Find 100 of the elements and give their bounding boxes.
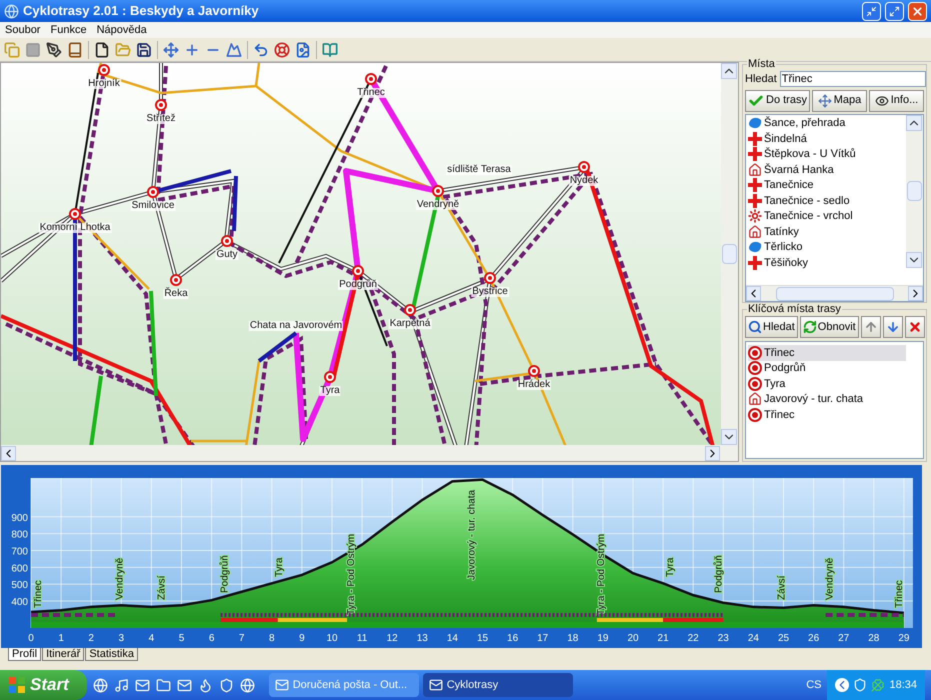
app-icon — [4, 4, 19, 18]
place-list-item[interactable]: Těšiňoky — [748, 255, 906, 270]
maximize-icon[interactable] — [885, 2, 904, 20]
map-pin-icon[interactable] — [432, 185, 444, 197]
map-pin-icon[interactable] — [528, 365, 540, 377]
book-icon[interactable] — [322, 42, 338, 58]
search-field[interactable]: Třinec — [780, 71, 926, 88]
icon-button[interactable] — [860, 316, 881, 338]
y-tick-label: 900 — [11, 512, 28, 524]
place-label: Guty — [215, 250, 239, 260]
map-pin-icon[interactable] — [404, 304, 416, 316]
place-list-item[interactable]: Tanečnice - sedlo — [748, 193, 906, 208]
ring-icon[interactable] — [274, 42, 290, 58]
shield-icon[interactable] — [218, 678, 234, 692]
map-pin-icon[interactable] — [484, 272, 496, 284]
panel-button[interactable]: Mapa — [812, 90, 867, 112]
place-list-item[interactable]: Šindelná — [748, 131, 906, 146]
image-file-icon[interactable] — [295, 42, 311, 58]
window-icon — [428, 678, 443, 692]
save-icon[interactable] — [136, 42, 152, 58]
place-list-item[interactable]: Těrlicko — [748, 240, 906, 255]
target-icon — [748, 376, 762, 391]
new-file-icon[interactable] — [94, 42, 110, 58]
x-tick-label: 29 — [898, 633, 910, 644]
horizontal-scrollbar[interactable] — [1, 445, 738, 461]
close-icon[interactable] — [908, 2, 927, 20]
pen-icon[interactable] — [46, 42, 62, 58]
waypoint-label: Tyra - Pod Ostrým — [596, 534, 607, 615]
bottom-tab[interactable]: Statistika — [85, 648, 138, 661]
mail-icon[interactable] — [176, 678, 192, 692]
icon-button[interactable] — [904, 316, 925, 338]
place-list-item[interactable]: Šance, přehrada — [748, 116, 906, 131]
scroll-up-icon[interactable] — [721, 63, 737, 79]
vertical-scrollbar[interactable] — [906, 114, 923, 268]
map-pin-icon[interactable] — [170, 274, 182, 286]
scroll-down-icon[interactable] — [721, 429, 737, 445]
map-pin-icon[interactable] — [365, 73, 377, 85]
flame-icon[interactable] — [198, 678, 213, 692]
expand-tray-icon[interactable] — [835, 678, 850, 692]
panel-button[interactable]: Hledat — [745, 316, 798, 338]
place-list-item[interactable]: Švarná Hanka — [748, 162, 906, 178]
zoom-in-icon[interactable] — [184, 42, 200, 58]
cross-icon — [748, 147, 762, 162]
scroll-left-icon[interactable] — [746, 286, 761, 301]
scroll-up-icon[interactable] — [906, 114, 922, 130]
bottom-tab[interactable]: Profil — [8, 648, 42, 661]
horizontal-scrollbar[interactable] — [746, 285, 923, 301]
icon-button[interactable] — [882, 316, 903, 338]
place-list-item[interactable]: Tatínky — [748, 224, 906, 240]
music-icon[interactable] — [114, 678, 129, 692]
route-point-item[interactable]: Javorový - tur. chata — [748, 392, 906, 407]
map-view[interactable]: Hrojník Střítež Třinec sídliště Terasa Nýdek Smilovice Komorní Lhotka Vendryně Guty Řeka Podgrůň Karpětná Bystřice Chata na Javorovém Tyra Hrádek — [1, 63, 721, 445]
map-pin-icon[interactable] — [324, 371, 336, 383]
menu-item[interactable]: Soubor — [0, 22, 46, 38]
scroll-left-icon[interactable] — [1, 446, 16, 460]
map-pin-icon[interactable] — [98, 64, 110, 76]
scrollbar-thumb[interactable] — [776, 286, 894, 300]
place-list-item[interactable]: Tanečnice - vrchol — [748, 208, 906, 224]
route-point-item[interactable]: Třinec — [748, 407, 906, 422]
map-pin-icon[interactable] — [155, 99, 167, 111]
scrollbar-thumb[interactable] — [722, 244, 737, 264]
route-point-item[interactable]: Tyra — [748, 376, 906, 392]
panel-button[interactable]: Do trasy — [745, 90, 810, 112]
scrollbar-thumb[interactable] — [907, 181, 922, 201]
clock: 18:34 — [889, 678, 917, 693]
globe-icon[interactable] — [240, 678, 255, 692]
arrow-up-icon — [864, 320, 878, 334]
scroll-right-icon[interactable] — [908, 286, 923, 301]
undo-icon[interactable] — [253, 42, 269, 58]
language-indicator[interactable]: CS — [806, 676, 822, 694]
place-label: Řeka — [163, 289, 189, 299]
place-list-item[interactable]: Tanečnice — [748, 178, 906, 193]
shield-icon[interactable] — [853, 678, 868, 692]
folder-icon[interactable] — [156, 678, 171, 692]
menu-item[interactable]: Funkce — [45, 22, 92, 38]
move-icon[interactable] — [163, 42, 179, 58]
place-name: Švarná Hanka — [764, 162, 834, 178]
panel-button[interactable]: Info... — [868, 90, 924, 112]
map-pin-icon[interactable] — [221, 235, 233, 247]
vertical-scrollbar[interactable] — [721, 63, 738, 445]
scroll-right-icon[interactable] — [705, 446, 720, 460]
mountain-icon[interactable] — [226, 42, 242, 58]
menu-item[interactable]: Nápověda — [92, 22, 152, 38]
mail-icon[interactable] — [134, 678, 150, 692]
map-pin-icon[interactable] — [147, 186, 159, 198]
bottom-tab[interactable]: Itinerář — [42, 648, 84, 661]
route-point-item[interactable]: Podgrůň — [748, 360, 906, 376]
place-list-item[interactable]: Štěpkova - U Vítků — [748, 146, 906, 162]
minimize-icon[interactable] — [862, 2, 881, 20]
map-pin-icon[interactable] — [578, 161, 590, 173]
book-icon[interactable] — [67, 42, 83, 58]
route-point-item[interactable]: Třinec — [748, 345, 906, 360]
map-pin-icon[interactable] — [352, 265, 364, 277]
map-pin-icon[interactable] — [69, 208, 81, 220]
scroll-down-icon[interactable] — [906, 252, 922, 268]
route-point-name: Podgrůň — [764, 361, 806, 376]
panel-button[interactable]: Obnovit — [800, 316, 859, 338]
globe-icon[interactable] — [92, 678, 108, 692]
taskbar-button[interactable]: Cyklotrasy — [422, 673, 573, 697]
x-tick-label: 14 — [446, 633, 458, 644]
